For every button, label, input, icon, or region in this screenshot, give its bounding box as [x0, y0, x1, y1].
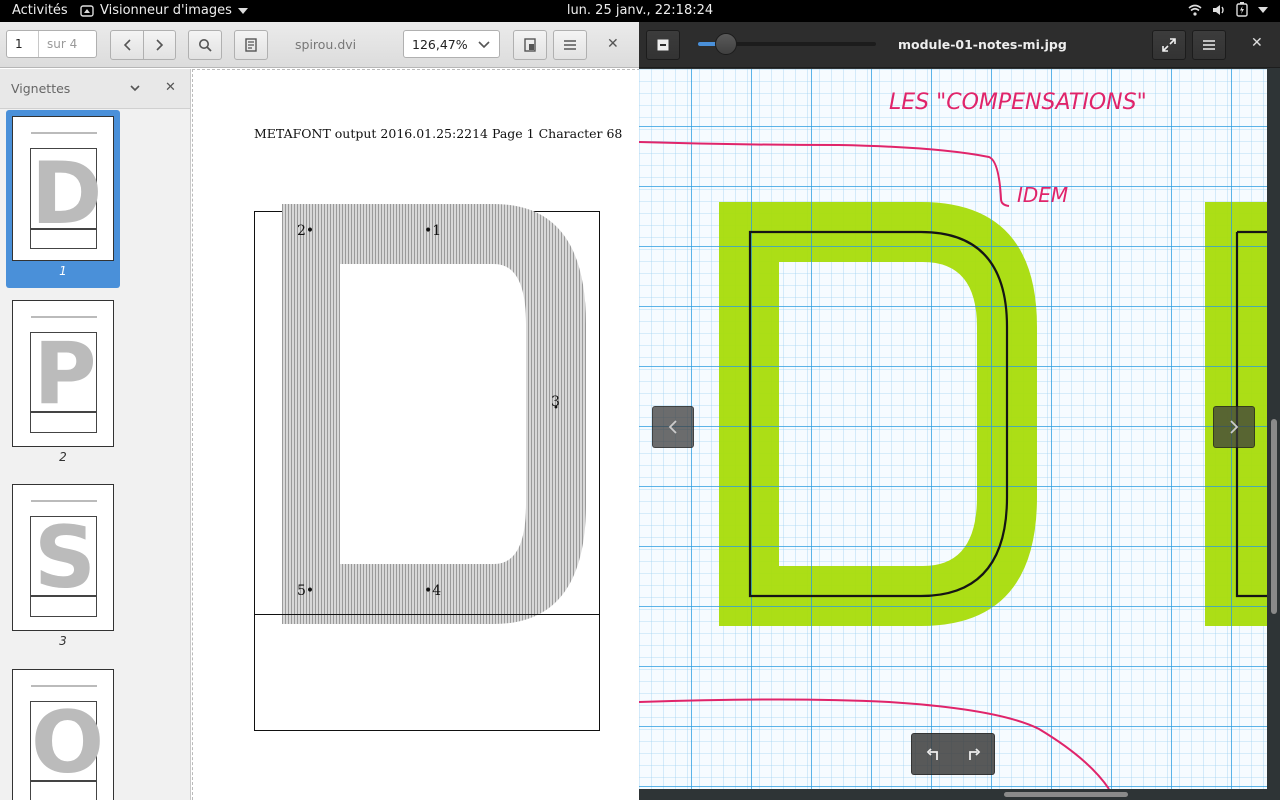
battery-icon [1236, 2, 1248, 17]
next-image-button[interactable] [1213, 406, 1255, 448]
thumbnail-page-1[interactable]: D 1 [6, 110, 120, 288]
previous-image-button[interactable] [652, 406, 694, 448]
thumbnail-page-2[interactable]: P 2 [6, 295, 120, 475]
menu-button[interactable] [553, 30, 587, 60]
current-page-field[interactable]: 1 [7, 31, 39, 57]
previous-page-button[interactable] [110, 30, 144, 60]
image-canvas[interactable]: LES "COMPENSATIONS" IDEM [639, 69, 1267, 789]
thumbnail-number: 3 [59, 634, 67, 648]
thumbnail-header-line [31, 132, 97, 134]
document-icon [245, 38, 257, 52]
thumbnail-image: O [12, 669, 114, 800]
handwritten-note-line-1: LES "COMPENSATIONS" [889, 90, 1147, 115]
vertical-scroll-thumb[interactable] [1271, 419, 1277, 614]
zoom-slider[interactable] [698, 33, 876, 55]
document-viewer-window: 1 sur 4 spirou.dvi 126,47% ✕ Vignettes ✕… [0, 22, 640, 800]
image-viewer-header: module-01-notes-mi.jpg ✕ [639, 22, 1280, 68]
thumbnail-number: 2 [59, 450, 67, 464]
top-bar: Activités Visionneur d'images lun. 25 ja… [0, 0, 1280, 22]
control-point-label: •4 [424, 583, 442, 599]
thumbnail-header-line [31, 316, 97, 318]
thumbnail-image: P [12, 300, 114, 447]
zoom-value: 126,47% [412, 36, 468, 52]
search-button[interactable] [188, 30, 222, 60]
rotate-controls [911, 733, 995, 775]
sidebar-header: Vignettes ✕ [0, 69, 190, 109]
scanned-grid-paper-image: LES "COMPENSATIONS" IDEM [639, 69, 1267, 789]
image-viewer-window: module-01-notes-mi.jpg ✕ LES "COMPENSATI… [639, 22, 1280, 800]
metafont-glyph-d [282, 204, 586, 624]
rotate-right-icon [968, 748, 980, 760]
sidebar-title[interactable]: Vignettes [11, 81, 70, 96]
system-tray[interactable] [1188, 2, 1268, 17]
thumbnail-glyph: P [33, 324, 96, 424]
page-icon [524, 38, 536, 52]
rotate-left-icon [926, 748, 938, 760]
handwritten-note-line-2: IDEM [1017, 183, 1068, 207]
thumbnail-image: D [12, 116, 114, 261]
page-count-label: sur 4 [47, 37, 78, 51]
chevron-right-icon [1230, 420, 1239, 434]
thumbnail-header-line [31, 685, 97, 687]
horizontal-scroll-thumb[interactable] [1004, 792, 1128, 797]
clock[interactable]: lun. 25 janv., 22:18:24 [0, 3, 1280, 18]
page-layout-button[interactable] [513, 30, 547, 60]
thumbnail-glyph: O [31, 693, 104, 793]
page-header-text: METAFONT output 2016.01.25:2214 Page 1 C… [254, 126, 623, 141]
page-number-entry[interactable]: 1 sur 4 [6, 30, 97, 58]
close-sidebar-button[interactable]: ✕ [165, 80, 176, 95]
thumbnail-glyph: D [31, 144, 102, 244]
document-viewer-header: 1 sur 4 spirou.dvi 126,47% ✕ [0, 22, 640, 68]
hamburger-icon [564, 40, 576, 50]
thumbnail-header-line [31, 500, 97, 502]
annotations-button[interactable] [234, 30, 268, 60]
zoom-slider-handle[interactable] [715, 33, 738, 55]
control-point-dot: • [553, 403, 559, 414]
control-point-label: 2• [297, 223, 315, 239]
thumbnail-glyph: S [34, 508, 96, 608]
chevron-right-icon [155, 39, 163, 51]
image-menu-button[interactable] [1192, 30, 1226, 60]
caret-down-icon [1258, 6, 1268, 13]
minus-icon [657, 39, 669, 51]
chevron-down-icon [478, 41, 490, 49]
close-image-viewer-button[interactable]: ✕ [1251, 35, 1263, 51]
search-icon [199, 39, 212, 52]
thumbnail-page-3[interactable]: S 3 [6, 480, 120, 660]
fullscreen-icon [1162, 38, 1176, 52]
chevron-left-icon [123, 39, 131, 51]
thumbnail-number: 1 [59, 264, 67, 278]
chevron-down-icon[interactable] [129, 82, 141, 94]
glyph-baseline [254, 614, 600, 615]
wifi-icon [1188, 4, 1202, 16]
document-title: spirou.dvi [295, 37, 357, 52]
horizontal-scrollbar[interactable] [639, 789, 1269, 800]
thumbnails-sidebar: Vignettes ✕ D 1 P 2 S 3 O [0, 69, 191, 800]
close-window-button[interactable]: ✕ [607, 36, 619, 52]
control-point-label: 5• [297, 583, 315, 599]
document-page-area[interactable]: METAFONT output 2016.01.25:2214 Page 1 C… [192, 69, 640, 800]
volume-icon [1213, 4, 1224, 15]
next-page-button[interactable] [143, 30, 176, 60]
fullscreen-button[interactable] [1152, 30, 1186, 60]
image-filename: module-01-notes-mi.jpg [898, 37, 1067, 52]
zoom-selector[interactable]: 126,47% [403, 30, 500, 58]
rotate-left-button[interactable] [912, 734, 953, 774]
zoom-out-button[interactable] [646, 30, 680, 60]
control-point-label: •1 [424, 223, 442, 239]
vertical-scrollbar[interactable] [1269, 69, 1280, 789]
thumbnail-page-4[interactable]: O 4 [6, 665, 120, 800]
rotate-right-button[interactable] [953, 734, 994, 774]
hamburger-icon [1203, 40, 1215, 50]
chevron-left-icon [668, 420, 677, 434]
thumbnail-image: S [12, 484, 114, 631]
